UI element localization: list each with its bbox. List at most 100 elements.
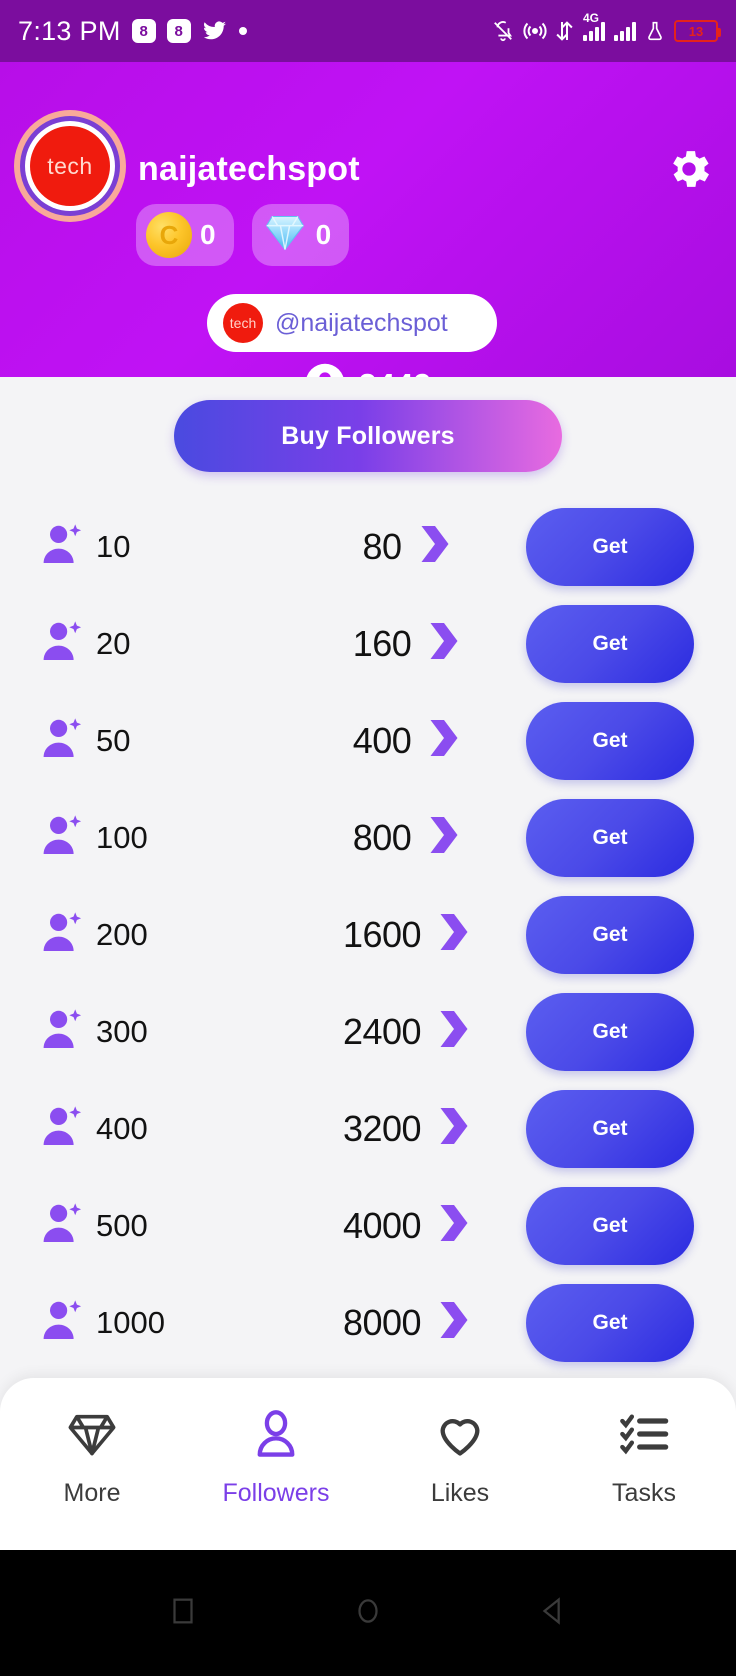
nav-item-followers[interactable]: Followers [184, 1408, 368, 1508]
nav-item-likes[interactable]: Likes [368, 1408, 552, 1508]
follower-count: 2449 [0, 362, 736, 377]
chevron-right-icon [435, 911, 473, 958]
package-followers-value: 20 [96, 625, 131, 661]
table-row: 50 400 Get [0, 692, 736, 789]
get-button[interactable]: Get [526, 701, 694, 780]
nav-item-label: More [63, 1479, 121, 1507]
notification-off-icon [492, 19, 514, 43]
package-followers: 500 [40, 1199, 290, 1252]
table-row: 400 3200 Get [0, 1080, 736, 1177]
package-followers-value: 400 [96, 1110, 148, 1146]
status-bar-left: 7:13 PM 8 8 [18, 16, 247, 47]
diamond-value: 0 [315, 219, 332, 250]
table-row: 1000 8000 Get [0, 1274, 736, 1371]
get-button[interactable]: Get [526, 895, 694, 974]
status-bar-clock: 7:13 PM [18, 15, 121, 46]
table-row: 10 80 Get [0, 498, 736, 595]
package-followers-value: 1000 [96, 1304, 165, 1340]
person-plus-icon [40, 520, 88, 573]
person-plus-icon [40, 617, 88, 670]
package-price-value: 3200 [342, 1107, 422, 1149]
gear-icon[interactable] [664, 144, 714, 199]
chevron-right-icon [416, 523, 454, 570]
package-followers-value: 10 [96, 528, 131, 564]
package-price: 2400 [290, 1008, 526, 1055]
package-price-value: 1600 [342, 913, 422, 955]
battery-icon: 13 [674, 20, 721, 42]
recents-square-icon[interactable] [166, 1594, 200, 1633]
currency-chips: C 0 0 [136, 204, 350, 266]
package-followers: 10 [40, 520, 290, 573]
package-price: 80 [290, 523, 526, 570]
nav-item-more[interactable]: More [0, 1408, 184, 1508]
status-bar-right: 4G 13 [492, 11, 721, 43]
chevron-right-icon [435, 1008, 473, 1055]
chevron-right-icon [435, 1105, 473, 1152]
badge-8-icon: 8 [166, 19, 191, 43]
get-button[interactable]: Get [526, 604, 694, 683]
package-price: 1600 [290, 911, 526, 958]
table-row: 100 800 Get [0, 789, 736, 886]
get-button[interactable]: Get [526, 992, 694, 1071]
coin-chip[interactable]: C 0 [136, 204, 234, 266]
twitter-icon [202, 19, 228, 43]
table-row: 300 2400 Get [0, 983, 736, 1080]
package-price: 160 [290, 620, 526, 667]
dot-icon [238, 27, 247, 35]
get-button[interactable]: Get [526, 1089, 694, 1168]
nav-item-tasks[interactable]: Tasks [552, 1408, 736, 1508]
person-circle-icon [304, 362, 346, 377]
chevron-right-icon [425, 814, 463, 861]
chevron-right-icon [425, 717, 463, 764]
buy-followers-button[interactable]: Buy Followers [174, 400, 562, 472]
package-followers: 300 [40, 1005, 290, 1058]
flask-icon [645, 19, 665, 43]
package-price: 8000 [290, 1299, 526, 1346]
avatar-ring-white: tech [25, 121, 115, 211]
get-button[interactable]: Get [526, 1283, 694, 1362]
package-price-value: 2400 [342, 1010, 422, 1052]
follower-count-value: 2449 [358, 367, 431, 378]
person-plus-icon [40, 1296, 88, 1349]
table-row: 20 160 Get [0, 595, 736, 692]
package-followers-value: 300 [96, 1013, 148, 1049]
person-plus-icon [40, 1199, 88, 1252]
battery-level-label: 13 [688, 23, 704, 39]
avatar-ring-inner: tech [20, 116, 120, 216]
nav-item-label: Tasks [612, 1479, 676, 1507]
coin-icon: C [146, 212, 192, 258]
signal-icon: 4G [583, 11, 605, 41]
phone-screen: 7:13 PM 8 8 4G 13 tech naijatechspot C 0… [0, 0, 736, 1676]
network-type-label: 4G [583, 11, 600, 25]
table-row: 500 4000 Get [0, 1177, 736, 1274]
get-button[interactable]: Get [526, 798, 694, 877]
diamond-outline-icon [66, 1408, 118, 1465]
android-navigation-bar [0, 1550, 736, 1676]
get-button[interactable]: Get [526, 1186, 694, 1265]
checklist-icon [618, 1408, 670, 1465]
handle-pill[interactable]: tech @naijatechspot [207, 294, 497, 352]
package-price-value: 400 [352, 719, 412, 761]
get-button[interactable]: Get [526, 507, 694, 586]
back-triangle-icon[interactable] [536, 1594, 570, 1633]
home-circle-icon[interactable] [351, 1594, 385, 1633]
data-transfer-icon [556, 19, 574, 43]
signal-icon [614, 21, 636, 41]
page-title: naijatechspot [138, 150, 360, 188]
heart-outline-icon [434, 1408, 486, 1465]
package-followers: 1000 [40, 1296, 290, 1349]
person-plus-icon [40, 1005, 88, 1058]
package-price-value: 4000 [342, 1204, 422, 1246]
avatar[interactable]: tech [14, 110, 126, 222]
main-content: Buy Followers 10 80 Get 20 160 Get 50 400 Get 100… [0, 377, 736, 1377]
handle-avatar: tech [223, 303, 263, 343]
person-plus-icon [40, 714, 88, 767]
package-followers-value: 200 [96, 916, 148, 952]
diamond-chip[interactable]: 0 [251, 204, 350, 266]
package-followers-value: 50 [96, 722, 131, 758]
package-list: 10 80 Get 20 160 Get 50 400 Get 100 800 Get 200 1600 G… [0, 498, 736, 1371]
package-price-value: 80 [362, 525, 402, 567]
person-plus-icon [40, 811, 88, 864]
avatar-label: tech [30, 126, 110, 206]
nav-item-label: Likes [430, 1479, 490, 1507]
